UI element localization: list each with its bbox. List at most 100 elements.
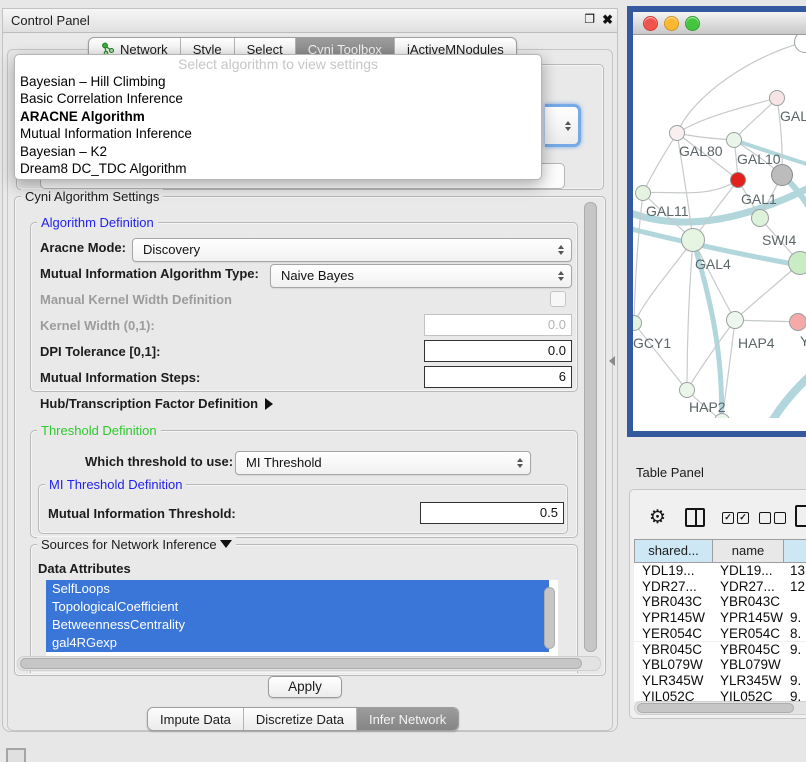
node-label: GAL80: [679, 143, 723, 159]
settings-vertical-scrollbar[interactable]: [584, 202, 597, 652]
hub-definition-toggle[interactable]: Hub/Transcription Factor Definition: [40, 396, 273, 411]
combo-spinner-icon: [558, 245, 564, 255]
which-threshold-combo[interactable]: MI Threshold: [235, 451, 531, 475]
dock-panel-button[interactable]: [6, 748, 26, 762]
network-node-swi4[interactable]: [788, 251, 806, 275]
table-horizontal-scrollbar[interactable]: [637, 703, 794, 713]
settings-horizontal-scrollbar[interactable]: [20, 658, 582, 669]
network-view-window: GAL GAL80 GAL10 GAL1 GAL11 SWI4 GAL4 GCY…: [627, 6, 806, 437]
float-icon[interactable]: ❐: [584, 12, 595, 26]
sources-title[interactable]: Sources for Network Inference: [37, 537, 236, 552]
kernel-width-field[interactable]: 0.0: [424, 314, 572, 336]
gear-icon[interactable]: ⚙: [649, 506, 666, 529]
aracne-mode-value: Discovery: [143, 242, 200, 257]
bottom-tabbar: Impute Data Discretize Data Infer Networ…: [147, 707, 459, 731]
list-scrollbar[interactable]: [544, 587, 555, 649]
algorithm-option[interactable]: Dream8 DC_TDC Algorithm: [15, 160, 541, 177]
table-row[interactable]: YIL052CYIL052C9.: [634, 689, 806, 701]
mi-threshold-title: MI Threshold Definition: [45, 477, 186, 492]
table-row[interactable]: YDL19...YDL19...13: [634, 563, 806, 579]
algorithm-option[interactable]: Basic Correlation Inference: [15, 90, 541, 107]
list-item[interactable]: BetweennessCentrality: [46, 616, 549, 634]
settings-horizontal-scrollbar-track[interactable]: [17, 656, 601, 671]
checked-box-icon[interactable]: ✓: [737, 512, 749, 524]
column-header-shared-name[interactable]: shared...: [634, 539, 713, 563]
page-icon[interactable]: [795, 505, 806, 527]
algorithm-option-selected[interactable]: ARACNE Algorithm: [15, 108, 541, 125]
table-panel: ⚙ ✓ ✓ shared... name A YDL19...YDL19...1…: [629, 489, 806, 719]
network-canvas[interactable]: GAL GAL80 GAL10 GAL1 GAL11 SWI4 GAL4 GCY…: [633, 35, 806, 418]
checked-box-icon[interactable]: ✓: [722, 512, 734, 524]
unchecked-box-icon[interactable]: [774, 512, 786, 524]
network-node-y[interactable]: [789, 313, 806, 331]
table-row[interactable]: YLR345WYLR345W9.: [634, 673, 806, 689]
data-attributes-label: Data Attributes: [38, 561, 131, 576]
dpi-tolerance-field[interactable]: 0.0: [424, 340, 572, 362]
aracne-mode-combo[interactable]: Discovery: [132, 238, 572, 262]
collapsed-arrow-icon: [265, 398, 273, 410]
tab-discretize-data-label: Discretize Data: [256, 712, 344, 727]
screen: Control Panel ❐ ✖ Network Style Select C…: [0, 0, 806, 762]
table-row[interactable]: YER054CYER054C8.: [634, 626, 806, 642]
mi-type-label: Mutual Information Algorithm Type:: [40, 266, 259, 281]
algorithm-option[interactable]: Bayesian – K2: [15, 143, 541, 160]
aracne-mode-label: Aracne Mode:: [40, 240, 126, 255]
column-header-name[interactable]: name: [712, 539, 784, 563]
hub-definition-label: Hub/Transcription Factor Definition: [40, 396, 258, 411]
table-row[interactable]: YPR145WYPR145W9.: [634, 610, 806, 626]
mi-type-value: Naive Bayes: [281, 268, 354, 283]
mi-type-combo[interactable]: Naive Bayes: [270, 264, 572, 288]
tab-infer-network[interactable]: Infer Network: [357, 708, 458, 730]
table-row[interactable]: YBR045CYBR045C9.: [634, 642, 806, 658]
network-window-titlebar[interactable]: [633, 12, 806, 35]
apply-button[interactable]: Apply: [268, 676, 342, 698]
kernel-width-label: Kernel Width (0,1):: [40, 318, 155, 333]
data-attributes-list[interactable]: SelfLoops TopologicalCoefficient Between…: [46, 580, 558, 656]
list-item[interactable]: TopologicalCoefficient: [46, 598, 549, 616]
network-node[interactable]: [771, 164, 793, 186]
network-node-gal1[interactable]: [730, 172, 746, 188]
mi-threshold-field[interactable]: 0.5: [420, 502, 564, 524]
list-item[interactable]: SelfLoops: [46, 580, 549, 598]
node-label: GAL11: [646, 203, 689, 219]
network-node[interactable]: [751, 209, 769, 227]
splitter-collapse-icon[interactable]: [609, 356, 615, 366]
mi-steps-field[interactable]: 6: [424, 366, 572, 388]
node-label: HAP2: [689, 399, 726, 415]
network-node-gal80[interactable]: [669, 125, 685, 141]
column-header-third[interactable]: A: [783, 539, 806, 563]
node-label: GAL10: [737, 151, 781, 167]
split-columns-icon[interactable]: [685, 508, 705, 527]
algorithm-definition-title: Algorithm Definition: [37, 215, 158, 230]
network-node-hap4[interactable]: [726, 311, 744, 329]
network-node-hap2[interactable]: [679, 382, 695, 398]
tab-discretize-data[interactable]: Discretize Data: [244, 708, 357, 730]
table-row[interactable]: YBL079WYBL079W: [634, 657, 806, 673]
network-node-gal4[interactable]: [681, 228, 705, 252]
node-label: Y: [800, 333, 806, 349]
network-node-gal11[interactable]: [635, 185, 651, 201]
algorithm-option[interactable]: Mutual Information Inference: [15, 125, 541, 142]
list-item[interactable]: gal4RGexp: [46, 634, 549, 652]
manual-kernel-checkbox[interactable]: [550, 291, 566, 307]
mac-zoom-icon[interactable]: [685, 16, 700, 31]
algorithm-option[interactable]: Bayesian – Hill Climbing: [15, 73, 541, 90]
table-panel-title: Table Panel: [636, 465, 704, 480]
which-threshold-value: MI Threshold: [246, 455, 322, 470]
tab-impute-data[interactable]: Impute Data: [148, 708, 244, 730]
network-node-gal[interactable]: [769, 90, 785, 106]
unchecked-box-icon[interactable]: [759, 512, 771, 524]
cyni-algorithm-settings-title: Cyni Algorithm Settings: [21, 189, 163, 204]
threshold-definition-title: Threshold Definition: [37, 423, 161, 438]
table-row[interactable]: YBR043CYBR043C: [634, 594, 806, 610]
table-row[interactable]: YDR27...YDR27...12: [634, 579, 806, 595]
tab-impute-data-label: Impute Data: [160, 712, 231, 727]
algorithm-popup: Select algorithm to view settings Bayesi…: [14, 54, 542, 180]
mac-close-icon[interactable]: [643, 16, 658, 31]
control-panel-titlebar[interactable]: Control Panel ❐ ✖: [3, 9, 617, 33]
algorithm-combo-fragment[interactable]: [545, 104, 581, 147]
close-icon[interactable]: ✖: [602, 12, 613, 28]
network-node-gal10[interactable]: [726, 132, 742, 148]
table-horizontal-scrollbar-track[interactable]: [634, 701, 806, 715]
mac-minimize-icon[interactable]: [664, 16, 679, 31]
